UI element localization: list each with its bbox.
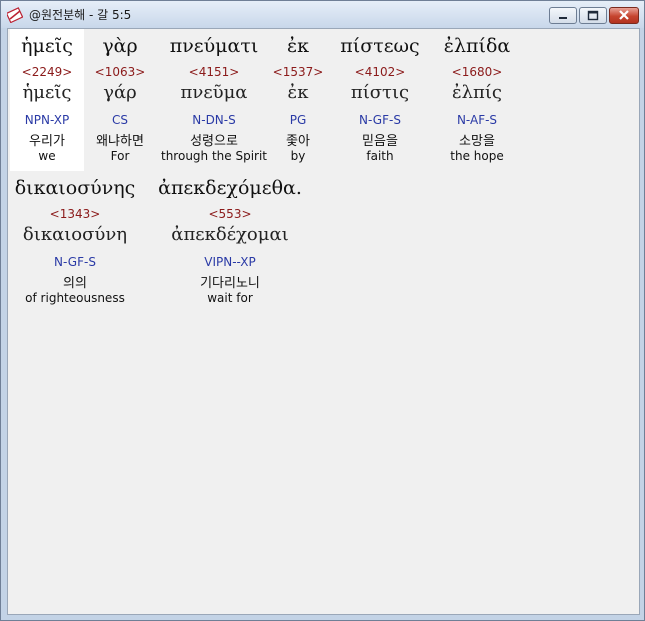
greek-word: πίστεως [340, 35, 420, 57]
app-window: @원전분해 - 갈 5:5 ἡμεῖς <2249> ἡμεῖς NPN-XP [0, 0, 645, 621]
title-bar[interactable]: @원전분해 - 갈 5:5 [1, 1, 644, 28]
maximize-button[interactable] [579, 7, 607, 24]
morph-code: VIPN--XP [204, 255, 256, 269]
word-column[interactable]: ἐλπίδα <1680> ἐλπίς N-AF-S 소망을 the hope [436, 29, 518, 171]
word-column[interactable]: ἡμεῖς <2249> ἡμεῖς NPN-XP 우리가 we [10, 29, 84, 171]
morph-code: PG [289, 113, 307, 127]
window-title: @원전분해 - 갈 5:5 [29, 8, 132, 22]
strong-number-link[interactable]: <4151> [189, 65, 240, 79]
korean-gloss: 우리가 [29, 134, 65, 149]
korean-gloss: 의의 [63, 276, 87, 291]
word-column[interactable]: δικαιοσύνης <1343> δικαιοσύνη N-GF-S 의의 … [10, 171, 140, 313]
strong-number-link[interactable]: <2249> [22, 65, 73, 79]
morph-code: N-GF-S [359, 113, 401, 127]
korean-gloss: 믿음을 [362, 134, 398, 149]
english-gloss: through the Spirit [160, 149, 268, 163]
greek-word: ἐκ [286, 35, 310, 57]
korean-gloss: 소망을 [459, 134, 495, 149]
strong-number-link[interactable]: <1343> [50, 207, 101, 221]
greek-word: ἀπεκδεχόμεθα. [158, 177, 302, 199]
minimize-button[interactable] [549, 7, 577, 24]
strong-number-link[interactable]: <1680> [452, 65, 503, 79]
korean-gloss: 성령으로 [190, 134, 238, 149]
lemma: ἀπεκδέχομαι [171, 224, 289, 245]
word-column[interactable]: πίστεως <4102> πίστις N-GF-S 믿음을 faith [334, 29, 426, 171]
lemma: πνεῦμα [180, 82, 248, 103]
english-gloss: wait for [207, 291, 253, 305]
strong-number-link[interactable]: <1537> [273, 65, 324, 79]
korean-gloss: 기다리노니 [200, 276, 260, 291]
english-gloss: by [290, 149, 306, 163]
greek-word: ἐλπίδα [443, 35, 511, 57]
english-gloss: For [110, 149, 130, 163]
morph-code: N-DN-S [192, 113, 236, 127]
english-gloss: of righteousness [25, 291, 125, 305]
strong-number-link[interactable]: <553> [208, 207, 251, 221]
lemma: πίστις [350, 82, 410, 103]
morph-code: N-AF-S [456, 113, 498, 127]
morph-code: CS [112, 113, 128, 127]
lemma: ἐλπίς [451, 82, 503, 103]
interlinear-pane: ἡμεῖς <2249> ἡμεῖς NPN-XP 우리가 we γὰρ <10… [7, 28, 640, 615]
english-gloss: the hope [450, 149, 504, 163]
greek-word: ἡμεῖς [21, 35, 73, 57]
morph-code: NPN-XP [24, 113, 70, 127]
korean-gloss: 왜냐하면 [96, 134, 144, 149]
strong-number-link[interactable]: <1063> [95, 65, 146, 79]
word-column[interactable]: ἀπεκδεχόμεθα. <553> ἀπεκδέχομαι VIPN--XP… [154, 171, 306, 313]
korean-gloss: 좇아 [286, 134, 310, 149]
restore-icon [587, 10, 599, 21]
greek-word: πνεύματι [169, 35, 259, 57]
morph-code: N-GF-S [54, 255, 96, 269]
greek-word: δικαιοσύνης [14, 177, 136, 199]
close-icon [619, 10, 629, 20]
lemma: ἡμεῖς [22, 82, 72, 103]
word-column[interactable]: γὰρ <1063> γάρ CS 왜냐하면 For [88, 29, 152, 171]
english-gloss: we [38, 149, 56, 163]
greek-word: γὰρ [102, 35, 138, 57]
minimize-icon [559, 17, 567, 19]
lemma: δικαιοσύνη [22, 224, 128, 245]
close-button[interactable] [609, 7, 639, 24]
word-column[interactable]: ἐκ <1537> ἐκ PG 좇아 by [273, 29, 324, 171]
english-gloss: faith [366, 149, 394, 163]
lemma: ἐκ [287, 82, 309, 103]
lemma: γάρ [103, 82, 137, 103]
word-column[interactable]: πνεύματι <4151> πνεῦμα N-DN-S 성령으로 throu… [158, 29, 270, 171]
strong-number-link[interactable]: <4102> [355, 65, 406, 79]
app-icon [7, 7, 23, 23]
